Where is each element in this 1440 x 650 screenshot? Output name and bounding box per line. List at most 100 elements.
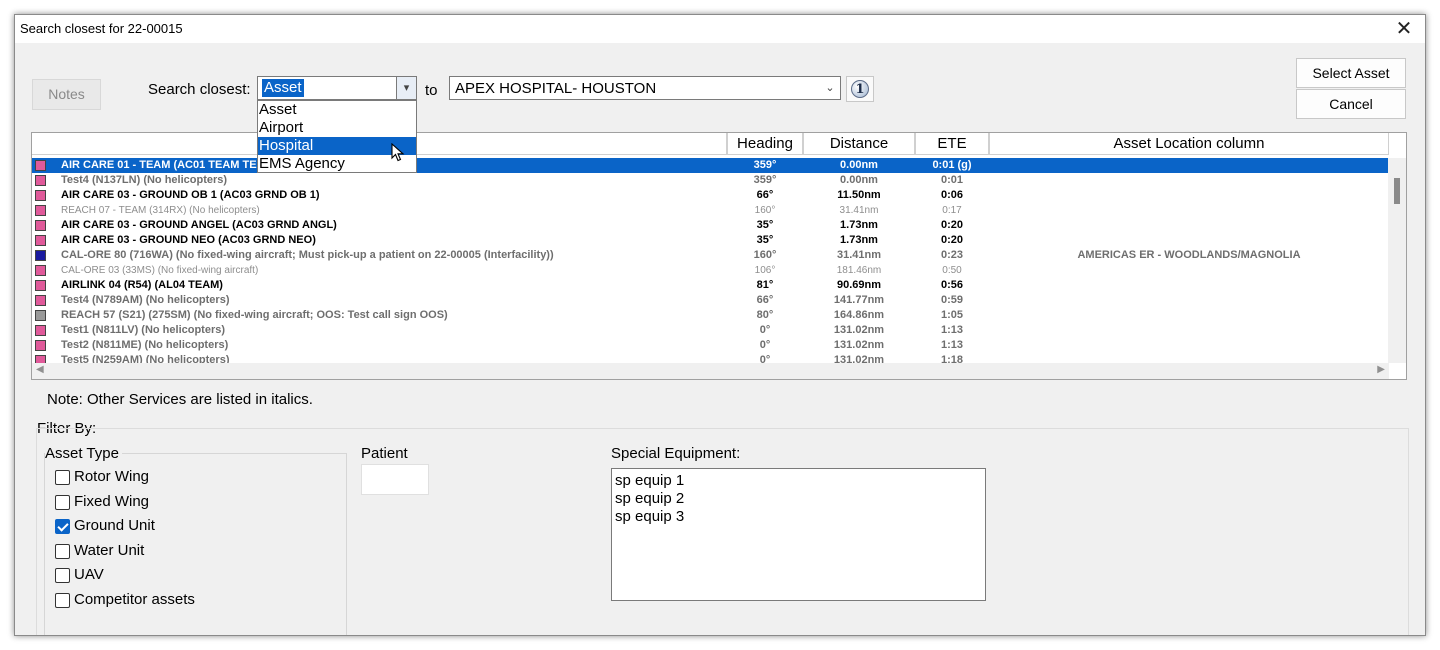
scroll-right-icon[interactable]: ▶: [1377, 364, 1385, 375]
table-row[interactable]: REACH 57 (S21) (275SM) (No fixed-wing ai…: [32, 308, 1388, 323]
status-color-icon: [35, 175, 46, 186]
checkbox[interactable]: [55, 519, 70, 534]
table-row[interactable]: Test4 (N137LN) (No helicopters) 359° 0.00n…: [32, 173, 1388, 188]
select-asset-button[interactable]: Select Asset: [1296, 58, 1406, 88]
column-header-ete[interactable]: ETE: [915, 133, 989, 155]
checkbox-label: Competitor assets: [74, 590, 195, 608]
heading-cell: 0°: [759, 339, 771, 351]
table-row[interactable]: Test2 (N811ME) (No helicopters) 0° 131.02n…: [32, 338, 1388, 353]
ete-cell: 0:20: [940, 219, 964, 231]
info-button[interactable]: 1: [846, 76, 874, 102]
table-row[interactable]: AIR CARE 01 - TEAM (AC01 TEAM TEAM) 359° 0…: [32, 158, 1388, 173]
search-type-select[interactable]: Asset ▾: [257, 76, 417, 100]
distance-cell: 0.00nm: [840, 174, 878, 186]
patient-label: Patient: [361, 445, 408, 462]
heading-cell: 80°: [756, 309, 774, 321]
status-color-icon: [35, 160, 46, 171]
asset-name-cell: AIR CARE 03 - GROUND ANGEL (AC03 GRND AN…: [61, 219, 337, 231]
ete-cell: 0:06: [940, 189, 964, 201]
table-row[interactable]: AIRLINK 04 (R54) (AL04 TEAM) 81° 90.69nm 0:…: [32, 278, 1388, 293]
ete-cell: 0:01: [940, 174, 964, 186]
table-row[interactable]: REACH 07 - TEAM (314RX) (No helicopters)…: [32, 203, 1388, 218]
column-header-heading[interactable]: Heading: [727, 133, 803, 155]
close-icon[interactable]: ✕: [1391, 16, 1417, 42]
asset-name-cell: Test4 (N137LN) (No helicopters): [61, 174, 228, 186]
destination-select[interactable]: APEX HOSPITAL- HOUSTON ⌄: [449, 76, 841, 100]
heading-cell: 106°: [754, 265, 776, 276]
heading-cell: 66°: [756, 294, 774, 306]
table-row[interactable]: Test1 (N811LV) (No helicopters) 0° 131.02n…: [32, 323, 1388, 338]
distance-cell: 90.69nm: [836, 279, 882, 291]
assets-table: Heading Distance ETE Asset Location colu…: [31, 132, 1407, 380]
distance-cell: 181.46nm: [836, 265, 882, 276]
table-row[interactable]: CAL-ORE 03 (33MS) (No fixed-wing aircraf…: [32, 263, 1388, 278]
ete-cell: 0:01 (g): [932, 159, 972, 171]
checkbox[interactable]: [55, 592, 70, 608]
scrollbar-thumb[interactable]: [1394, 178, 1400, 204]
asset-name-cell: AIR CARE 03 - GROUND NEO (AC03 GRND NEO): [61, 234, 316, 246]
checkbox[interactable]: [55, 470, 70, 485]
asset-name-cell: AIR CARE 03 - GROUND OB 1 (AC03 GRND OB …: [61, 189, 320, 201]
list-item[interactable]: sp equip 1: [615, 472, 982, 490]
list-item[interactable]: sp equip 2: [615, 490, 982, 508]
column-header-location[interactable]: Asset Location column: [989, 133, 1389, 155]
patient-field[interactable]: [361, 464, 429, 495]
heading-cell: 160°: [753, 249, 777, 261]
dropdown-option-airport[interactable]: Airport: [258, 119, 416, 137]
special-equipment-list[interactable]: sp equip 1 sp equip 2 sp equip 3: [611, 468, 986, 601]
table-row[interactable]: CAL-ORE 80 (716WA) (No fixed-wing aircra…: [32, 248, 1388, 263]
heading-cell: 35°: [756, 234, 774, 246]
notes-button[interactable]: Notes: [32, 79, 101, 110]
ete-cell: 0:56: [940, 279, 964, 291]
distance-cell: 0.00nm: [840, 159, 878, 171]
checkbox[interactable]: [55, 543, 70, 559]
heading-cell: 160°: [754, 205, 776, 216]
table-row[interactable]: AIR CARE 03 - GROUND NEO (AC03 GRND NEO)…: [32, 233, 1388, 248]
distance-cell: 11.50nm: [837, 189, 881, 201]
table-row[interactable]: Test5 (N259AM) (No helicopters) 0° 131.02n…: [32, 353, 1388, 363]
column-header-distance[interactable]: Distance: [803, 133, 915, 155]
asset-name-cell: Test4 (N789AM) (No helicopters): [61, 294, 230, 306]
chevron-down-icon[interactable]: ⌄: [820, 77, 840, 99]
status-color-icon: [35, 355, 46, 363]
scroll-left-icon[interactable]: ◀: [36, 364, 44, 375]
dropdown-option-asset[interactable]: Asset: [258, 101, 416, 119]
heading-cell: 359°: [753, 159, 777, 171]
status-color-icon: [35, 325, 46, 336]
ete-cell: 0:23: [940, 249, 964, 261]
location-cell: AMERICAS ER - WOODLANDS/MAGNOLIA: [1077, 249, 1301, 261]
ete-cell: 1:13: [940, 324, 964, 336]
asset-name-cell: AIRLINK 04 (R54) (AL04 TEAM): [61, 279, 223, 291]
heading-cell: 35°: [756, 219, 774, 231]
search-type-value: Asset: [262, 79, 304, 97]
title-bar[interactable]: Search closest for 22-00015 ✕: [15, 15, 1425, 43]
checkbox-label: UAV: [74, 566, 104, 583]
heading-cell: 81°: [756, 279, 774, 291]
heading-cell: 0°: [759, 324, 771, 336]
asset-name-cell: Test1 (N811LV) (No helicopters): [61, 324, 226, 336]
mouse-cursor-icon: [391, 143, 405, 162]
cancel-button[interactable]: Cancel: [1296, 89, 1406, 119]
checkbox-label: Fixed Wing: [74, 492, 150, 510]
status-color-icon: [35, 265, 46, 276]
to-label: to: [425, 82, 438, 99]
table-row[interactable]: AIR CARE 03 - GROUND ANGEL (AC03 GRND AN…: [32, 218, 1388, 233]
checkbox-label: Ground Unit: [74, 517, 155, 534]
table-row[interactable]: AIR CARE 03 - GROUND OB 1 (AC03 GRND OB …: [32, 188, 1388, 203]
vertical-scrollbar[interactable]: [1388, 158, 1406, 363]
table-row[interactable]: Test4 (N789AM) (No helicopters) 66° 141.77…: [32, 293, 1388, 308]
chevron-down-icon[interactable]: ▾: [396, 77, 416, 99]
checkbox-label: Water Unit: [74, 541, 145, 559]
ete-cell: 1:18: [940, 354, 964, 363]
status-color-icon: [35, 280, 46, 291]
checkbox[interactable]: [55, 494, 70, 510]
checkbox[interactable]: [55, 568, 70, 583]
asset-name-cell: Test5 (N259AM) (No helicopters): [61, 354, 230, 363]
dialog-title: Search closest for 22-00015: [20, 21, 183, 36]
ete-cell: 0:50: [942, 265, 962, 276]
list-item[interactable]: sp equip 3: [615, 508, 982, 526]
info-number-icon: 1: [851, 80, 869, 98]
horizontal-scrollbar[interactable]: ◀ ▶: [32, 363, 1389, 379]
distance-cell: 1.73nm: [840, 219, 878, 231]
italics-note: Note: Other Services are listed in itali…: [47, 391, 313, 408]
